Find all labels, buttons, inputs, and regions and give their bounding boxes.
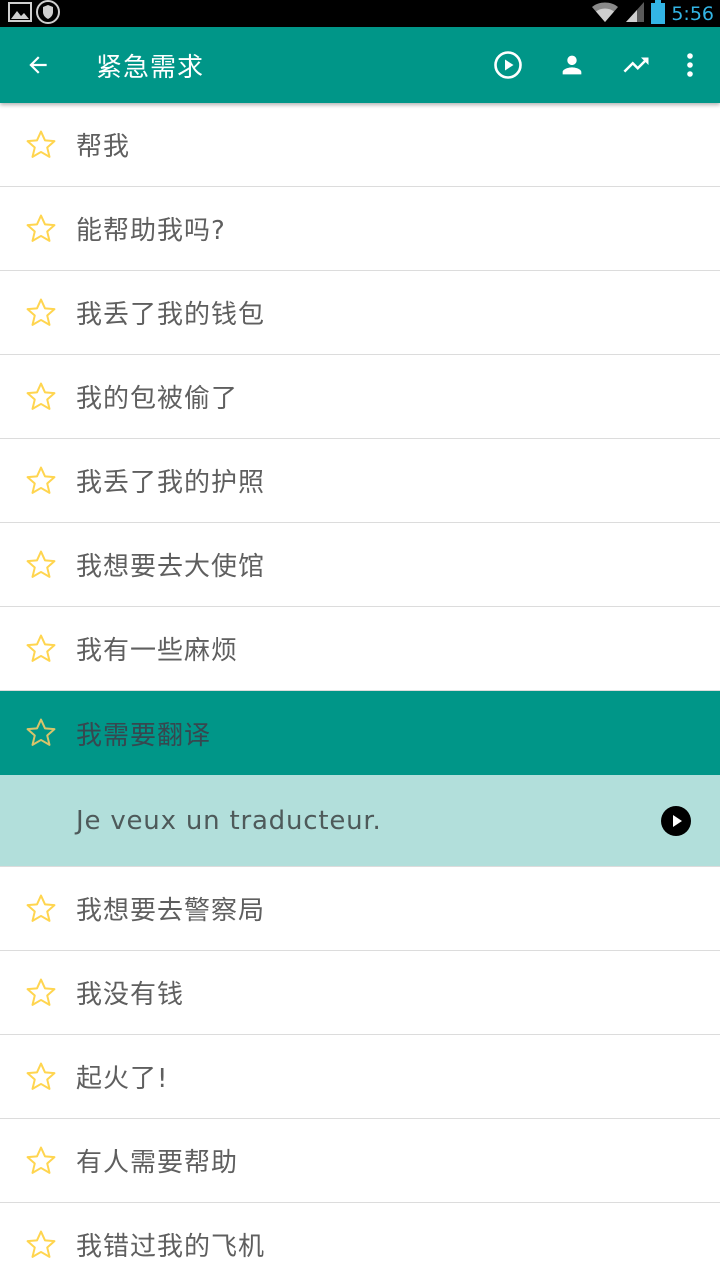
star-outline-icon xyxy=(26,1062,56,1090)
star-outline-icon xyxy=(26,130,56,158)
favorite-toggle[interactable] xyxy=(0,548,76,582)
favorite-toggle[interactable] xyxy=(0,716,76,750)
phrase-text: 能帮助我吗? xyxy=(76,216,226,246)
play-circle-icon xyxy=(661,805,691,836)
play-circle-icon xyxy=(494,51,522,79)
star-outline-icon xyxy=(26,298,56,326)
phrase-row[interactable]: 帮我 xyxy=(0,103,720,187)
favorite-toggle[interactable] xyxy=(0,212,76,246)
phrase-text: 我想要去警察局 xyxy=(76,896,266,926)
overflow-menu-button[interactable] xyxy=(668,27,712,103)
play-translation-button[interactable] xyxy=(660,805,692,837)
phrase-row[interactable]: 我没有钱 xyxy=(0,951,720,1035)
star-outline-icon xyxy=(26,214,56,242)
favorite-toggle[interactable] xyxy=(0,1228,76,1262)
star-outline-icon xyxy=(26,718,56,746)
phrase-row[interactable]: 我丢了我的钱包 xyxy=(0,271,720,355)
favorite-toggle[interactable] xyxy=(0,296,76,330)
wifi-icon xyxy=(591,1,619,27)
phrase-row[interactable]: 能帮助我吗? xyxy=(0,187,720,271)
page-title: 紧急需求 xyxy=(96,52,205,83)
star-outline-icon xyxy=(26,466,56,494)
phrase-text: 有人需要帮助 xyxy=(76,1148,239,1178)
clock: 5:56 xyxy=(671,2,714,25)
phrase-row[interactable]: 有人需要帮助 xyxy=(0,1119,720,1203)
app-toolbar: 紧急需求 xyxy=(0,27,720,103)
favorite-toggle[interactable] xyxy=(0,1060,76,1094)
star-outline-icon xyxy=(26,550,56,578)
phrase-text: 起火了! xyxy=(76,1064,169,1094)
star-outline-icon xyxy=(26,1146,56,1174)
translation-text: Je veux un traducteur. xyxy=(76,805,382,836)
star-outline-icon xyxy=(26,634,56,662)
favorite-toggle[interactable] xyxy=(0,976,76,1010)
favorite-toggle[interactable] xyxy=(0,1144,76,1178)
favorite-toggle[interactable] xyxy=(0,464,76,498)
person-icon xyxy=(562,55,582,75)
favorite-toggle[interactable] xyxy=(0,892,76,926)
phrase-row[interactable]: 我错过我的飞机 xyxy=(0,1203,720,1280)
phrase-row[interactable]: 我想要去警察局 xyxy=(0,867,720,951)
phrase-row[interactable]: 我有一些麻烦 xyxy=(0,607,720,691)
play-all-button[interactable] xyxy=(476,27,540,103)
profile-button[interactable] xyxy=(540,27,604,103)
more-vert-icon xyxy=(687,53,693,77)
phrase-row[interactable]: 我想要去大使馆 xyxy=(0,523,720,607)
favorite-toggle[interactable] xyxy=(0,128,76,162)
image-notification-icon xyxy=(8,1,32,26)
phrase-text: 我丢了我的护照 xyxy=(76,468,266,498)
star-outline-icon xyxy=(26,978,56,1006)
back-arrow-icon xyxy=(29,56,47,74)
star-outline-icon xyxy=(26,894,56,922)
phrase-row[interactable]: 起火了! xyxy=(0,1035,720,1119)
phrase-row[interactable]: 我的包被偷了 xyxy=(0,355,720,439)
phrase-text: 我没有钱 xyxy=(76,980,185,1010)
signal-icon xyxy=(625,1,645,27)
phrase-text: 我丢了我的钱包 xyxy=(76,300,266,330)
phrase-text: 我想要去大使馆 xyxy=(76,552,266,582)
phrase-list: 帮我能帮助我吗? 我丢了我的钱包 我的包被偷了 我丢了我的护照 我想要去大使馆 我有一些麻… xyxy=(0,103,720,1280)
system-status: 5:56 xyxy=(591,0,714,28)
phrase-text: 我错过我的飞机 xyxy=(76,1232,266,1262)
phrase-row-selected[interactable]: 我需要翻译 xyxy=(0,691,720,775)
favorite-toggle[interactable] xyxy=(0,632,76,666)
phrase-text: 我有一些麻烦 xyxy=(76,636,239,666)
translation-panel: Je veux un traducteur. xyxy=(0,775,720,867)
status-bar: 5:56 xyxy=(0,0,720,27)
star-outline-icon xyxy=(26,382,56,410)
progress-button[interactable] xyxy=(604,27,668,103)
phrase-text: 我的包被偷了 xyxy=(76,384,239,414)
toolbar-actions xyxy=(476,27,712,103)
notification-icons xyxy=(8,0,60,28)
shield-notification-icon xyxy=(36,0,60,28)
trending-up-icon xyxy=(623,57,649,73)
battery-icon xyxy=(651,0,666,28)
star-outline-icon xyxy=(26,1230,56,1258)
phrase-row[interactable]: 我丢了我的护照 xyxy=(0,439,720,523)
phrase-text: 帮我 xyxy=(76,132,131,162)
back-button[interactable] xyxy=(2,27,74,103)
phrase-text: 我需要翻译 xyxy=(76,720,212,751)
favorite-toggle[interactable] xyxy=(0,380,76,414)
